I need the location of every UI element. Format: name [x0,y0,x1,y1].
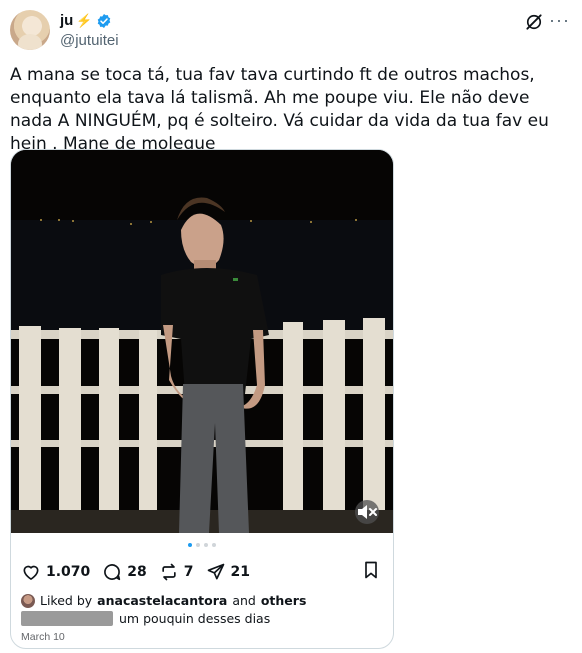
carousel-dot [204,543,208,547]
repost-count: 7 [183,564,194,580]
post-date: March 10 [21,631,65,643]
repost-button[interactable]: 7 [159,562,194,582]
carousel-dot [196,543,200,547]
carousel-dot-active [188,543,192,547]
share-paper-plane-icon [207,563,224,580]
more-options-icon[interactable]: ··· [549,10,570,31]
share-button[interactable]: 21 [206,562,250,582]
comment-button[interactable]: 28 [102,562,147,582]
post-caption: um pouquin desses dias [119,610,271,626]
tweet-text: A mana se toca tá, tua fav tava curtindo… [10,65,549,154]
post-caption-row: um pouquin desses dias [21,610,270,626]
liker-avatar [21,593,35,608]
carousel-indicator [11,543,393,547]
liked-by-user[interactable]: anacastelacantora [97,593,227,608]
redacted-username [21,610,113,626]
mute-button[interactable] [355,500,379,524]
like-button[interactable]: 1.070 [21,562,90,582]
post-photo[interactable] [11,150,393,533]
liked-by-and: and [232,593,256,608]
lightning-emoji: ⚡ [76,12,93,28]
speaker-muted-icon [358,505,377,519]
post-actions: 1.070 28 7 21 [21,560,383,584]
embedded-instagram-post[interactable]: 1.070 28 7 21 Liked by anacastelacantora [10,149,394,649]
author-handle[interactable]: @jutuitei [60,32,119,49]
author-avatar[interactable] [10,10,50,50]
bookmark-icon[interactable] [361,560,381,580]
like-count: 1.070 [46,564,91,580]
liked-by-others[interactable]: others [261,593,307,608]
comment-icon [104,564,121,581]
repost-icon [162,563,176,581]
heart-icon [23,565,39,580]
tweet-header: ju ⚡ @jutuitei ··· [10,10,572,52]
carousel-dot [212,543,216,547]
author-name-row[interactable]: ju ⚡ [60,12,112,29]
liked-by-prefix: Liked by [40,593,93,608]
author-display-name[interactable]: ju [60,12,73,29]
grok-icon[interactable] [524,12,544,32]
post-photo-image [11,150,393,533]
verified-badge-icon [97,13,110,28]
share-count: 21 [230,564,251,580]
liked-by-row: Liked by anacastelacantora and others [21,593,306,608]
comment-count: 28 [127,564,147,580]
